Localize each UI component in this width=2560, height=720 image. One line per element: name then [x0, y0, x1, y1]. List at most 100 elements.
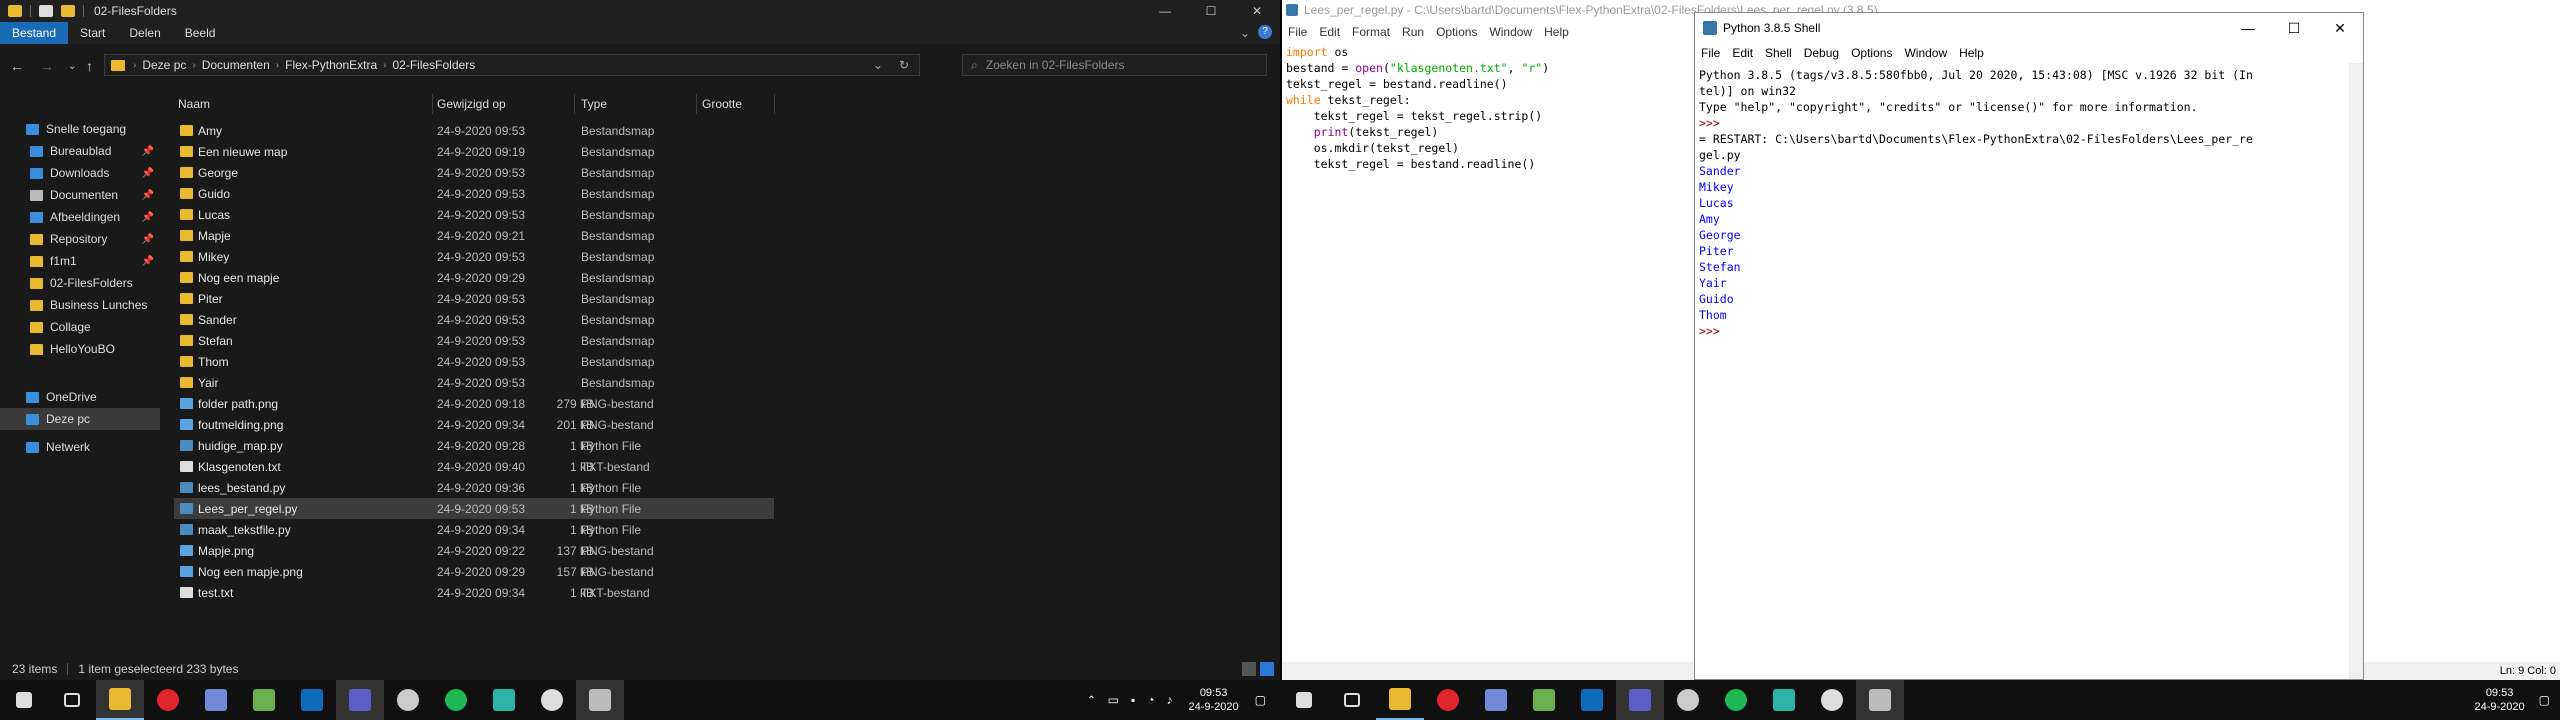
battery-icon[interactable]: ▭ — [1108, 693, 1119, 707]
menu-window[interactable]: Window — [1898, 46, 1953, 60]
file-row[interactable]: foutmelding.png 24-9-2020 09:34 PNG-best… — [174, 414, 774, 435]
sidebar-item-deze-pc[interactable]: Deze pc — [0, 408, 160, 430]
menu-window[interactable]: Window — [1483, 25, 1538, 39]
idle-icon[interactable] — [576, 680, 624, 720]
wifi-icon[interactable]: ◔ — [1147, 693, 1154, 707]
file-row[interactable]: Klasgenoten.txt 24-9-2020 09:40 TXT-best… — [174, 456, 774, 477]
sidebar-item-f1m1[interactable]: f1m1 📌 — [0, 250, 160, 272]
menu-shell[interactable]: Shell — [1759, 46, 1798, 60]
sidebar-item-documenten[interactable]: Documenten 📌 — [0, 184, 160, 206]
tab-bestand[interactable]: Bestand — [0, 22, 69, 44]
scrollbar[interactable] — [2349, 63, 2363, 679]
notifications-icon[interactable]: ▢ — [2539, 693, 2550, 707]
file-row[interactable]: Mikey 24-9-2020 09:53 Bestandsmap — [174, 246, 774, 267]
file-row[interactable]: Lees_per_regel.py 24-9-2020 09:53 Python… — [174, 498, 774, 519]
menu-options[interactable]: Options — [1430, 25, 1483, 39]
up-icon[interactable]: ↑ — [86, 58, 93, 74]
sidebar-item-bureaublad[interactable]: Bureaublad 📌 — [0, 140, 160, 162]
large-icons-view-icon[interactable] — [1260, 662, 1274, 676]
notepad-icon[interactable] — [1520, 680, 1568, 720]
pin-icon[interactable]: 📌 — [142, 256, 154, 267]
new-folder-icon[interactable] — [61, 5, 75, 17]
breadcrumb-documenten[interactable]: Documenten — [202, 58, 270, 72]
file-explorer-icon[interactable] — [1376, 680, 1424, 720]
start-button[interactable] — [1280, 680, 1328, 720]
mendix-icon[interactable] — [1760, 680, 1808, 720]
menu-format[interactable]: Format — [1346, 25, 1396, 39]
close-button[interactable]: ✕ — [2317, 13, 2363, 43]
menu-options[interactable]: Options — [1845, 46, 1898, 60]
spotify-icon[interactable] — [1712, 680, 1760, 720]
sidebar-item-helloyoubo[interactable]: HelloYouBO — [0, 338, 160, 360]
close-button[interactable]: ✕ — [1234, 0, 1280, 22]
notepad-icon[interactable] — [240, 680, 288, 720]
opera-icon[interactable] — [144, 680, 192, 720]
breadcrumb-flex-pythonextra[interactable]: Flex-PythonExtra — [285, 58, 377, 72]
start-button[interactable] — [0, 680, 48, 720]
mendix-icon[interactable] — [480, 680, 528, 720]
column-name[interactable]: Naam — [178, 94, 210, 114]
file-row[interactable]: Een nieuwe map 24-9-2020 09:19 Bestandsm… — [174, 141, 774, 162]
teams-icon[interactable] — [1616, 680, 1664, 720]
forward-icon[interactable]: → — [40, 58, 54, 74]
file-explorer-icon[interactable] — [96, 680, 144, 720]
pin-icon[interactable]: 📌 — [142, 146, 154, 157]
clock[interactable]: 09:53 24-9-2020 — [2475, 686, 2525, 714]
maximize-button[interactable]: ☐ — [2271, 13, 2317, 43]
menu-help[interactable]: Help — [1538, 25, 1575, 39]
outlook-icon[interactable] — [1568, 680, 1616, 720]
refresh-icon[interactable]: ↻ — [899, 58, 909, 72]
menu-edit[interactable]: Edit — [1726, 46, 1759, 60]
code-editor[interactable]: import os bestand = open("klasgenoten.tx… — [1286, 44, 1549, 172]
shell-output[interactable]: Python 3.8.5 (tags/v3.8.5:580fbb0, Jul 2… — [1699, 67, 2349, 339]
column-type[interactable]: Type — [581, 94, 607, 114]
file-row[interactable]: huidige_map.py 24-9-2020 09:28 Python Fi… — [174, 435, 774, 456]
file-row[interactable]: test.txt 24-9-2020 09:34 TXT-bestand 1 k… — [174, 582, 774, 603]
python-icon[interactable] — [1808, 680, 1856, 720]
menu-file[interactable]: File — [1282, 25, 1313, 39]
file-row[interactable]: Thom 24-9-2020 09:53 Bestandsmap — [174, 351, 774, 372]
properties-icon[interactable] — [39, 5, 53, 17]
file-row[interactable]: Amy 24-9-2020 09:53 Bestandsmap — [174, 120, 774, 141]
menu-run[interactable]: Run — [1396, 25, 1430, 39]
back-icon[interactable]: ← — [10, 58, 24, 74]
file-row[interactable]: Yair 24-9-2020 09:53 Bestandsmap — [174, 372, 774, 393]
file-row[interactable]: Stefan 24-9-2020 09:53 Bestandsmap — [174, 330, 774, 351]
recent-dropdown-icon[interactable]: ⌄ — [68, 61, 76, 72]
file-row[interactable]: Nog een mapje.png 24-9-2020 09:29 PNG-be… — [174, 561, 774, 582]
file-row[interactable]: George 24-9-2020 09:53 Bestandsmap — [174, 162, 774, 183]
sidebar-item-02-filesfolders[interactable]: 02-FilesFolders — [0, 272, 160, 294]
sidebar-item-netwerk[interactable]: Netwerk — [0, 436, 160, 458]
sidebar-item-onedrive[interactable]: OneDrive — [0, 386, 160, 408]
file-row[interactable]: folder path.png 24-9-2020 09:18 PNG-best… — [174, 393, 774, 414]
pin-icon[interactable]: 📌 — [142, 212, 154, 223]
opera-icon[interactable] — [1424, 680, 1472, 720]
teams-icon[interactable] — [336, 680, 384, 720]
camera-icon[interactable]: ▪ — [1131, 693, 1135, 707]
discord-icon[interactable] — [192, 680, 240, 720]
expand-ribbon-icon[interactable]: ⌄ — [1240, 26, 1250, 40]
python-icon[interactable] — [528, 680, 576, 720]
pin-icon[interactable]: 📌 — [142, 168, 154, 179]
breadcrumb-02-filesfolders[interactable]: 02-FilesFolders — [393, 58, 476, 72]
spotify-icon[interactable] — [432, 680, 480, 720]
tab-start[interactable]: Start — [68, 22, 117, 44]
gimp-icon[interactable] — [384, 680, 432, 720]
menu-file[interactable]: File — [1695, 46, 1726, 60]
file-row[interactable]: Nog een mapje 24-9-2020 09:29 Bestandsma… — [174, 267, 774, 288]
clock[interactable]: 09:53 24-9-2020 — [1189, 686, 1239, 714]
column-size[interactable]: Grootte — [702, 94, 742, 114]
help-icon[interactable]: ? — [1258, 25, 1272, 39]
file-row[interactable]: Piter 24-9-2020 09:53 Bestandsmap — [174, 288, 774, 309]
file-row[interactable]: lees_bestand.py 24-9-2020 09:36 Python F… — [174, 477, 774, 498]
volume-icon[interactable]: ♪ — [1167, 693, 1173, 707]
breadcrumb-deze-pc[interactable]: Deze pc — [142, 58, 186, 72]
maximize-button[interactable]: ☐ — [1188, 0, 1234, 22]
sidebar-item-snelle-toegang[interactable]: Snelle toegang — [0, 118, 160, 140]
file-row[interactable]: maak_tekstfile.py 24-9-2020 09:34 Python… — [174, 519, 774, 540]
menu-help[interactable]: Help — [1953, 46, 1990, 60]
task-view-icon[interactable] — [1328, 680, 1376, 720]
sidebar-item-collage[interactable]: Collage — [0, 316, 160, 338]
menu-edit[interactable]: Edit — [1313, 25, 1346, 39]
file-row[interactable]: Guido 24-9-2020 09:53 Bestandsmap — [174, 183, 774, 204]
